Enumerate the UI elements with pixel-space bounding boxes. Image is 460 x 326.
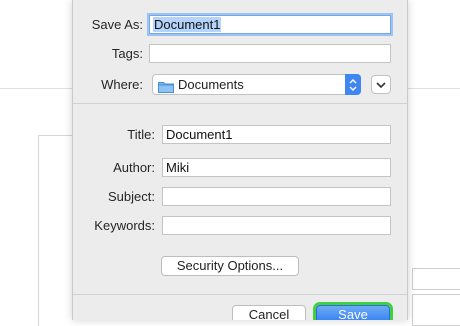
save-dialog: Save As: Document1 Tags: Where: Document… xyxy=(72,0,408,320)
tags-label: Tags: xyxy=(111,46,143,61)
where-label: Where: xyxy=(101,77,143,92)
save-as-input[interactable]: Document1 xyxy=(149,15,391,34)
where-value: Documents xyxy=(178,77,244,92)
section-divider xyxy=(73,103,407,104)
title-label: Title: xyxy=(127,127,155,142)
popup-stepper-icon xyxy=(345,74,361,95)
background-control xyxy=(412,294,460,326)
title-input[interactable]: Document1 xyxy=(162,125,391,144)
cancel-button[interactable]: Cancel xyxy=(232,305,306,320)
folder-icon xyxy=(158,79,174,93)
keywords-label: Keywords: xyxy=(94,218,155,233)
background-control xyxy=(412,268,460,290)
tags-input[interactable] xyxy=(149,44,391,63)
where-popup[interactable]: Documents xyxy=(152,74,361,95)
keywords-input[interactable] xyxy=(162,216,391,235)
subject-label: Subject: xyxy=(108,189,155,204)
author-label: Author: xyxy=(113,160,155,175)
footer-divider xyxy=(73,294,407,295)
subject-input[interactable] xyxy=(162,187,391,206)
save-button[interactable]: Save xyxy=(316,305,390,320)
save-as-value: Document1 xyxy=(153,17,222,32)
chevron-down-icon xyxy=(376,81,386,88)
save-as-label: Save As: xyxy=(91,17,143,32)
security-options-button[interactable]: Security Options... xyxy=(161,256,299,276)
author-input[interactable]: Miki xyxy=(162,158,391,177)
expand-dialog-button[interactable] xyxy=(371,75,391,94)
